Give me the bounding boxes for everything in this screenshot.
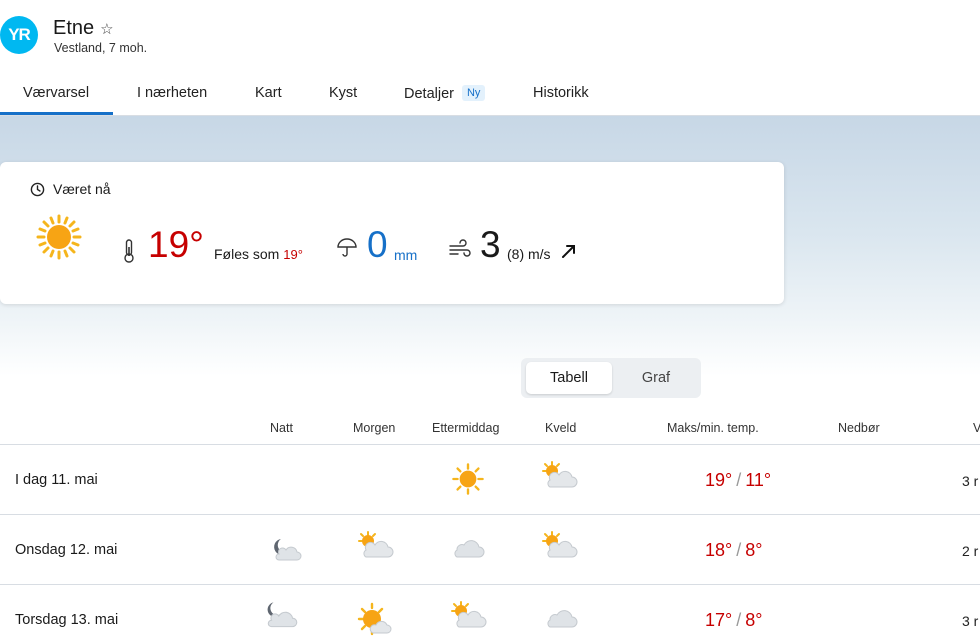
cloudy-icon [547,610,578,628]
precipitation-amount: 0 [367,224,388,265]
location-title: Etne ☆ [53,17,114,40]
tab-kyst[interactable]: Kyst [329,85,357,101]
feels-like: Føles som 19° [214,246,303,262]
tab-naerheten[interactable]: I nærheten [137,85,207,101]
current-temperature: 19° [148,224,204,265]
current-weather-card: Været nå 19° Føles som 19° 0 mm 3 (8) m/… [0,162,784,304]
wind-icon [449,239,471,257]
current-weather-heading: Været nå [30,181,111,197]
sun-icon [452,463,484,495]
row-wind: 3 r [962,473,979,489]
feels-like-label: Føles som [214,246,280,262]
wind-direction-arrow-icon [562,245,575,258]
current-weather-title: Været nå [53,181,111,197]
col-header-wind: V [973,421,980,435]
col-header-evening: Kveld [545,421,577,435]
tab-detaljer[interactable]: Detaljer Ny [404,85,486,102]
active-tab-indicator [0,112,113,115]
partly-cloudy-icon [542,461,578,488]
tab-detaljer-label: Detaljer [404,86,454,102]
col-header-morning: Morgen [353,421,396,435]
row-wind: 2 r [962,543,979,559]
yr-logo[interactable]: YR [0,16,38,54]
fair-icon [357,602,392,636]
max-temp: 18° [705,540,733,560]
table-view-button[interactable]: Tabell [526,362,612,394]
location-name: Etne [53,17,95,39]
max-min-temp: 18°/8° [705,540,763,560]
min-temp: 8° [745,540,763,560]
cloudy-icon [454,540,485,558]
umbrella-icon [337,238,357,257]
col-header-night: Natt [270,421,293,435]
col-header-temp: Maks/min. temp. [667,421,759,435]
table-divider [0,584,980,585]
tab-historikk[interactable]: Historikk [533,85,589,101]
location-subtitle: Vestland, 7 moh. [54,41,148,55]
precipitation-unit: mm [394,247,418,263]
max-min-temp: 17°/8° [705,610,763,630]
main-tabs: Værvarsel I nærheten Kart Kyst Detaljer N… [0,74,980,116]
row-day-label[interactable]: I dag 11. mai [15,472,98,488]
wind-speed: 3 [480,224,501,265]
new-badge: Ny [461,85,486,101]
col-header-afternoon: Ettermiddag [432,421,500,435]
max-temp: 19° [705,470,733,490]
min-temp: 11° [745,470,772,490]
max-temp: 17° [705,610,733,630]
min-temp: 8° [745,610,763,630]
feels-like-value: 19° [283,247,303,262]
sun-icon [36,214,82,260]
favorite-star-icon[interactable]: ☆ [100,20,113,38]
table-divider [0,444,980,445]
partly-cloudy-icon [358,531,394,558]
col-header-precip: Nedbør [838,421,880,435]
clock-icon [30,182,45,196]
row-day-label[interactable]: Torsdag 13. mai [15,612,118,628]
tab-varsel[interactable]: Værvarsel [23,85,89,101]
cloudy-night-icon [267,602,298,628]
partly-cloudy-icon [542,531,578,558]
row-day-label[interactable]: Onsdag 12. mai [15,542,117,558]
row-wind: 3 r [962,613,979,629]
graph-view-button[interactable]: Graf [616,362,696,394]
thermometer-icon [124,239,134,263]
site-header: YR Etne ☆ Vestland, 7 moh. Værvarsel I n… [0,0,980,116]
view-toggle: Tabell Graf [521,358,701,398]
partly-cloudy-icon [451,601,487,628]
max-min-temp: 19°/11° [705,470,772,490]
table-divider [0,514,980,515]
wind-gust-and-unit: (8) m/s [507,246,551,262]
cloudy-night-icon [274,539,302,561]
tab-kart[interactable]: Kart [255,85,282,101]
